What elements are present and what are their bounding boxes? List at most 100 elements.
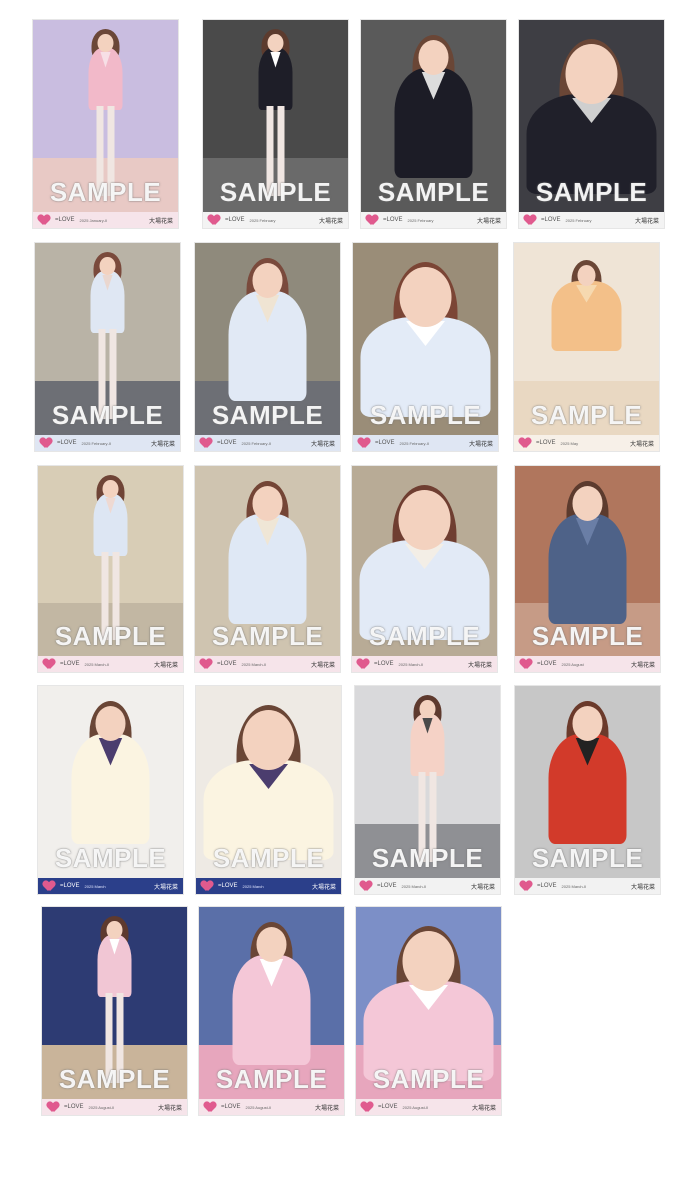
heart-logo-icon <box>358 438 370 449</box>
heart-logo-icon <box>208 215 220 226</box>
heart-logo-icon <box>357 659 369 670</box>
group-logo: =LOVE <box>225 217 245 223</box>
heart-logo-icon <box>40 438 52 449</box>
sample-watermark: SAMPLE <box>219 177 332 207</box>
member-name: 大場花菜 <box>157 1104 182 1112</box>
heart-logo-icon <box>43 881 55 892</box>
member-photo: SAMPLE <box>519 20 664 212</box>
group-logo: =LOVE <box>60 883 80 889</box>
member-name: 大場花菜 <box>311 883 336 891</box>
card-footer: =LOVE 2025 August-II 大場花菜 <box>42 1099 187 1115</box>
sample-watermark: SAMPLE <box>531 843 644 873</box>
member-name: 大場花菜 <box>150 440 175 448</box>
card-footer: =LOVE 2025 August-II 大場花菜 <box>356 1099 501 1115</box>
release-month: 2025 March-II <box>241 661 267 667</box>
member-name: 大場花菜 <box>310 661 335 669</box>
sample-watermark: SAMPLE <box>54 621 167 651</box>
release-month: 2025 March-II <box>561 883 587 889</box>
release-month: 2025 August-II <box>402 1104 429 1110</box>
photo-card[interactable]: SAMPLE =LOVE 2025 March-II 大場花菜 <box>195 466 340 672</box>
group-logo: =LOVE <box>541 217 561 223</box>
member-photo: SAMPLE <box>195 466 340 656</box>
release-month: 2025 August <box>561 661 584 667</box>
card-footer: =LOVE 2025 March 大場花菜 <box>196 878 341 894</box>
heart-logo-icon <box>43 659 55 670</box>
heart-logo-icon <box>360 881 372 892</box>
sample-watermark: SAMPLE <box>51 400 164 430</box>
sample-watermark: SAMPLE <box>371 843 484 873</box>
photo-card[interactable]: SAMPLE =LOVE 2025 August-II 大場花菜 <box>42 907 187 1115</box>
member-photo: SAMPLE <box>352 466 497 656</box>
sample-watermark: SAMPLE <box>369 400 482 430</box>
release-month: 2025 February <box>249 217 276 223</box>
photo-card[interactable]: SAMPLE =LOVE 2025 March-II 大場花菜 <box>515 686 660 894</box>
member-name: 大場花菜 <box>314 1104 339 1112</box>
release-month: 2025 March-II <box>398 661 424 667</box>
group-logo: =LOVE <box>383 217 403 223</box>
card-footer: =LOVE 2025 February-II 大場花菜 <box>353 435 498 451</box>
member-photo: SAMPLE <box>195 243 340 435</box>
release-month: 2025 February-II <box>81 440 112 446</box>
member-photo: SAMPLE <box>514 243 659 435</box>
card-footer: =LOVE 2025 March-II 大場花菜 <box>195 656 340 672</box>
member-name: 大場花菜 <box>476 217 501 225</box>
sample-watermark: SAMPLE <box>531 621 644 651</box>
photo-card[interactable]: SAMPLE =LOVE 2025 February-II 大場花菜 <box>353 243 498 451</box>
heart-logo-icon <box>200 438 212 449</box>
member-photo: SAMPLE <box>38 466 183 656</box>
heart-logo-icon <box>200 659 212 670</box>
group-logo: =LOVE <box>221 1104 241 1110</box>
card-footer: =LOVE 2025 August 大場花菜 <box>515 656 660 672</box>
release-month: 2025 March-II <box>401 883 427 889</box>
photo-card[interactable]: SAMPLE =LOVE 2025 March 大場花菜 <box>38 686 183 894</box>
photo-card[interactable]: SAMPLE =LOVE 2025 March-II 大場花菜 <box>355 686 500 894</box>
group-logo: =LOVE <box>374 661 394 667</box>
group-logo: =LOVE <box>218 883 238 889</box>
photo-card[interactable]: SAMPLE =LOVE 2025 February-II 大場花菜 <box>35 243 180 451</box>
card-footer: =LOVE 2025 February 大場花菜 <box>519 212 664 228</box>
group-logo: =LOVE <box>60 661 80 667</box>
member-photo: SAMPLE <box>361 20 506 212</box>
sample-watermark: SAMPLE <box>535 177 648 207</box>
photo-card[interactable]: SAMPLE =LOVE 2025 March-II 大場花菜 <box>38 466 183 672</box>
photo-card[interactable]: SAMPLE =LOVE 2025 February 大場花菜 <box>361 20 506 228</box>
photo-card[interactable]: SAMPLE =LOVE 2025 March 大場花菜 <box>196 686 341 894</box>
card-footer: =LOVE 2025 August-II 大場花菜 <box>199 1099 344 1115</box>
photo-card[interactable]: SAMPLE =LOVE 2025 February 大場花菜 <box>203 20 348 228</box>
release-month: 2025 May <box>560 440 579 446</box>
card-footer: =LOVE 2025 March-II 大場花菜 <box>515 878 660 894</box>
sample-watermark: SAMPLE <box>368 621 481 651</box>
member-name: 大場花菜 <box>318 217 343 225</box>
heart-logo-icon <box>520 659 532 670</box>
card-footer: =LOVE 2025 February-II 大場花菜 <box>35 435 180 451</box>
member-photo: SAMPLE <box>515 686 660 878</box>
member-photo: SAMPLE <box>353 243 498 435</box>
release-month: 2025 March <box>242 883 264 889</box>
photo-card[interactable]: SAMPLE =LOVE 2025 May 大場花菜 <box>514 243 659 451</box>
heart-logo-icon <box>38 215 50 226</box>
sample-watermark: SAMPLE <box>212 843 325 873</box>
card-footer: =LOVE 2025 March-II 大場花菜 <box>355 878 500 894</box>
photo-card[interactable]: SAMPLE =LOVE 2025 August 大場花菜 <box>515 466 660 672</box>
group-logo: =LOVE <box>55 217 75 223</box>
heart-logo-icon <box>201 881 213 892</box>
photo-card[interactable]: SAMPLE =LOVE 2025 August-II 大場花菜 <box>356 907 501 1115</box>
photo-card[interactable]: SAMPLE =LOVE 2025 March-II 大場花菜 <box>352 466 497 672</box>
release-month: 2025 February-II <box>241 440 272 446</box>
group-logo: =LOVE <box>64 1104 84 1110</box>
group-logo: =LOVE <box>378 1104 398 1110</box>
photo-card[interactable]: SAMPLE =LOVE 2025 February-II 大場花菜 <box>195 243 340 451</box>
release-month: 2025 February-II <box>399 440 430 446</box>
heart-logo-icon <box>520 881 532 892</box>
photo-card[interactable]: SAMPLE =LOVE 2025 January-II 大場花菜 <box>33 20 178 228</box>
card-footer: =LOVE 2025 January-II 大場花菜 <box>33 212 178 228</box>
photo-card[interactable]: SAMPLE =LOVE 2025 August-II 大場花菜 <box>199 907 344 1115</box>
photo-card[interactable]: SAMPLE =LOVE 2025 February 大場花菜 <box>519 20 664 228</box>
release-month: 2025 February <box>565 217 592 223</box>
member-name: 大場花菜 <box>468 440 493 448</box>
member-name: 大場花菜 <box>153 661 178 669</box>
member-name: 大場花菜 <box>310 440 335 448</box>
member-name: 大場花菜 <box>471 1104 496 1112</box>
sample-watermark: SAMPLE <box>372 1064 485 1094</box>
member-name: 大場花菜 <box>630 661 655 669</box>
